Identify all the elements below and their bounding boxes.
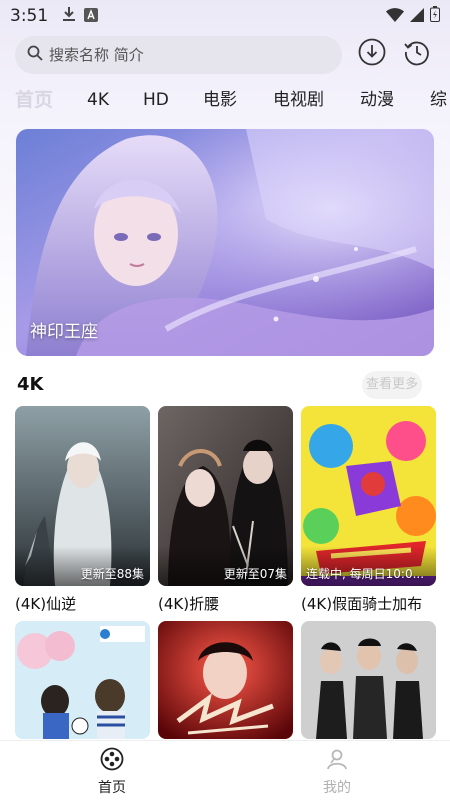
search-input[interactable]: [49, 46, 309, 64]
tab-tv-series[interactable]: 电视剧: [273, 84, 324, 116]
card-title: (4K)假面骑士加布: [301, 595, 423, 613]
episode-badge: 更新至88集: [80, 567, 144, 581]
nav-mine[interactable]: 我的: [307, 747, 367, 797]
tab-anime[interactable]: 动漫: [360, 84, 394, 116]
episode-badge: 连载中, 每周日10:0...: [306, 567, 425, 581]
search-icon: [27, 45, 43, 65]
status-bar: 3:51: [0, 0, 450, 32]
nav-home-label: 首页: [98, 780, 126, 796]
download-button[interactable]: [357, 38, 387, 70]
nav-mine-label: 我的: [323, 780, 351, 796]
poster-image: [301, 621, 436, 739]
episode-badge: 更新至07集: [223, 567, 287, 581]
media-card[interactable]: 更新至88集 (4K)仙逆: [15, 406, 150, 614]
tab-home[interactable]: 首页: [15, 84, 53, 116]
card-title: (4K)仙逆: [15, 595, 77, 613]
bottom-nav: 首页 我的: [0, 740, 450, 800]
tab-hd[interactable]: HD: [143, 84, 169, 116]
status-time: 3:51: [10, 6, 49, 26]
search-bar[interactable]: [15, 36, 342, 74]
card-title: (4K)折腰: [158, 595, 220, 613]
download-circle-icon: [358, 38, 386, 70]
media-card[interactable]: 更新至07集 (4K)折腰: [158, 406, 293, 614]
nav-home[interactable]: 首页: [82, 747, 142, 797]
poster-image: 更新至88集: [15, 406, 150, 586]
see-more-button[interactable]: 查看更多: [362, 371, 422, 399]
app-screen: 3:51 搜索名称 简介 首页 4K HD 电影 电视剧 动漫 综 神印王座 4…: [0, 0, 450, 800]
media-card[interactable]: [15, 621, 150, 746]
category-tabs: 首页 4K HD 电影 电视剧 动漫 综: [0, 84, 450, 116]
wifi-icon: [386, 7, 404, 26]
tab-4k[interactable]: 4K: [87, 84, 109, 116]
a-badge-icon: [84, 7, 99, 26]
home-film-reel-icon: [100, 747, 124, 775]
download-icon: [62, 6, 76, 26]
section-title: 4K: [17, 374, 44, 395]
battery-icon: [430, 6, 440, 26]
history-button[interactable]: [402, 39, 432, 69]
tab-movies[interactable]: 电影: [203, 84, 237, 116]
media-card[interactable]: 连载中, 每周日10:0... (4K)假面骑士加布: [301, 406, 436, 614]
media-card[interactable]: [301, 621, 436, 746]
poster-image: 连载中, 每周日10:0...: [301, 406, 436, 586]
signal-icon: [410, 7, 424, 26]
user-profile-icon: [325, 749, 349, 775]
featured-banner[interactable]: 神印王座: [16, 129, 434, 356]
tab-variety[interactable]: 综: [430, 84, 447, 116]
poster-image: [15, 621, 150, 739]
media-card[interactable]: [158, 621, 293, 746]
banner-caption: 神印王座: [30, 322, 98, 342]
poster-image: [158, 621, 293, 739]
history-clock-icon: [403, 38, 431, 70]
poster-image: 更新至07集: [158, 406, 293, 586]
